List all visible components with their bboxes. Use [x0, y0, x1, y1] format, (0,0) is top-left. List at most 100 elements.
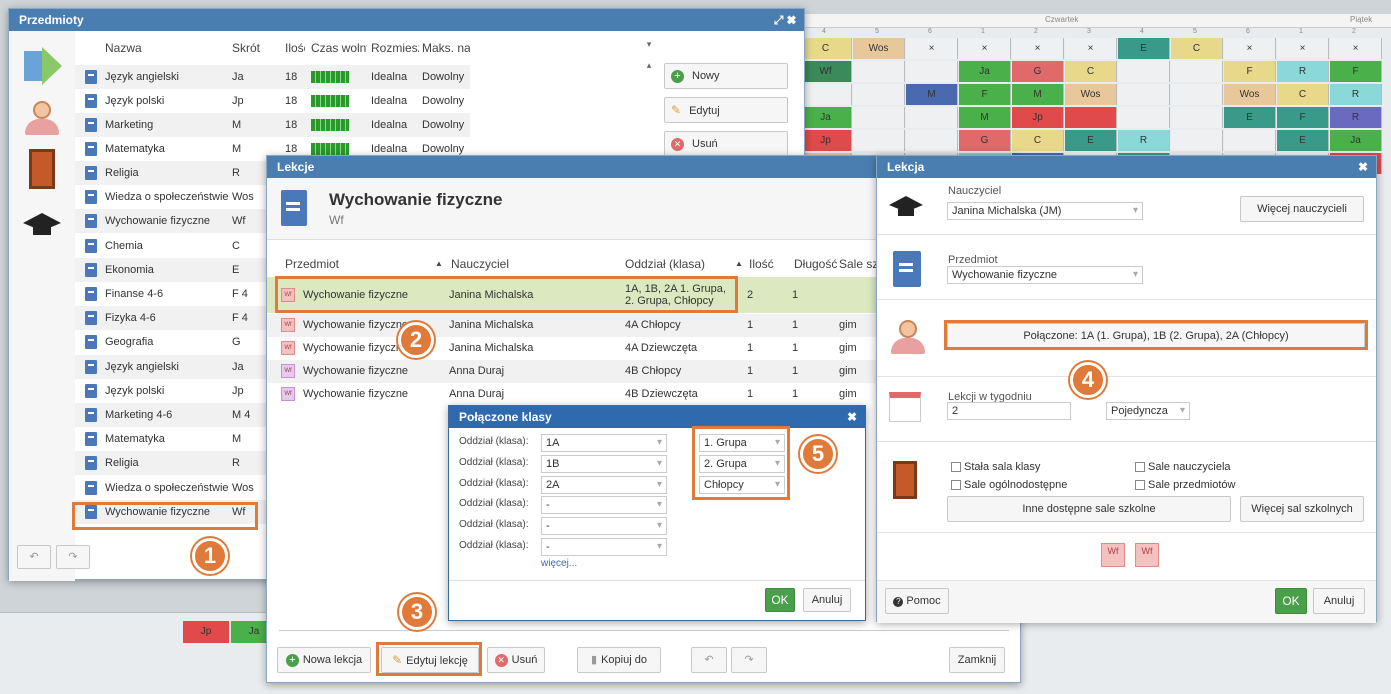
lessons-undo-button[interactable]: ↶: [691, 647, 727, 673]
lesson-ok-button[interactable]: OK: [1275, 588, 1307, 614]
timetable-cell[interactable]: E: [1065, 130, 1117, 151]
subject-row[interactable]: Język polski Jp 18 Idealna Dowolny: [75, 89, 470, 113]
more-teachers-button[interactable]: Więcej nauczycieli: [1240, 196, 1364, 222]
sort-asc-icon-2[interactable]: ▲: [735, 252, 743, 276]
col-rooms[interactable]: Sale szkolne: [839, 252, 877, 276]
timetable-cell[interactable]: [906, 130, 958, 151]
subject-row[interactable]: Język angielski Ja: [75, 354, 270, 379]
checkbox[interactable]: [951, 462, 961, 473]
timetable-cell[interactable]: Jp: [183, 621, 229, 643]
class-select[interactable]: -: [541, 517, 667, 536]
col-max[interactable]: Maks. na: [422, 33, 470, 63]
graduation-cap-icon[interactable]: [23, 207, 61, 237]
edit-subject-button[interactable]: ✎ Edytuj: [664, 97, 788, 123]
checkbox[interactable]: [1135, 480, 1145, 491]
subject-row[interactable]: Marketing 4-6 M 4: [75, 403, 270, 427]
joined-ok-button[interactable]: OK: [765, 588, 795, 612]
new-subject-button[interactable]: + Nowy: [664, 63, 788, 89]
new-lesson-button[interactable]: + Nowa lekcja: [277, 647, 371, 673]
class-select[interactable]: -: [541, 538, 667, 556]
timetable-cell[interactable]: R: [1330, 107, 1382, 128]
timetable-cell[interactable]: [1171, 107, 1223, 128]
timetable-cell[interactable]: ×: [1065, 38, 1117, 59]
more-link[interactable]: więcej...: [541, 558, 577, 569]
help-button[interactable]: ? Pomoc: [885, 588, 949, 614]
close-icon[interactable]: ✖: [1358, 156, 1368, 178]
subject-row[interactable]: Język angielski Ja 18 Idealna Dowolny: [75, 65, 470, 89]
lesson-card[interactable]: Wf: [1135, 543, 1159, 567]
delete-lesson-button[interactable]: ✕ Usuń: [487, 647, 545, 673]
class-select[interactable]: 2A: [541, 475, 667, 494]
close-lessons-button[interactable]: Zamknij: [949, 647, 1005, 673]
timetable-cell[interactable]: [1171, 130, 1223, 151]
checkbox[interactable]: [1135, 462, 1145, 473]
timetable-cell[interactable]: [800, 84, 852, 105]
timetable-cell[interactable]: [1065, 107, 1117, 128]
timetable-cell[interactable]: Wos: [853, 38, 905, 59]
lesson-type-select[interactable]: Pojedyncza: [1106, 402, 1190, 420]
subject-rooms-checkbox[interactable]: Sale przedmiotów: [1135, 479, 1235, 491]
other-rooms-button[interactable]: Inne dostępne sale szkolne: [947, 496, 1231, 522]
lesson-cancel-button[interactable]: Anuluj: [1313, 588, 1365, 614]
timetable-cell[interactable]: ×: [1330, 38, 1382, 59]
col-free-time[interactable]: Czas wolny: [311, 33, 367, 63]
subjects-scrollbar[interactable]: ▾ ▴: [641, 39, 657, 79]
timetable-cell[interactable]: F: [1277, 107, 1329, 128]
timetable-cell[interactable]: R: [1118, 130, 1170, 151]
timetable-cell[interactable]: M: [1012, 84, 1064, 105]
timetable-cell[interactable]: Wos: [1224, 84, 1276, 105]
subject-row[interactable]: Ekonomia E: [75, 257, 270, 282]
subject-row[interactable]: Fizyka 4-6 F 4: [75, 306, 270, 331]
timetable-cell[interactable]: ×: [1012, 38, 1064, 59]
fixed-room-checkbox[interactable]: Stała sala klasy: [951, 461, 1040, 473]
timetable-cell[interactable]: ×: [1277, 38, 1329, 59]
redo-button[interactable]: ↷: [56, 545, 90, 569]
subject-row[interactable]: Wiedza o społeczeństwie Wos: [75, 185, 270, 209]
timetable-cell[interactable]: F: [1224, 61, 1276, 82]
subject-row[interactable]: Religia R: [75, 161, 270, 185]
timetable-cell[interactable]: [1118, 107, 1170, 128]
subject-row[interactable]: Chemia C: [75, 234, 270, 258]
timetable-cell[interactable]: C: [1277, 84, 1329, 105]
timetable-cell[interactable]: [853, 84, 905, 105]
per-week-input[interactable]: 2: [947, 402, 1071, 420]
col-short[interactable]: Skrót: [232, 33, 260, 63]
lessons-redo-button[interactable]: ↷: [731, 647, 767, 673]
timetable-cell[interactable]: M: [959, 107, 1011, 128]
col-teacher[interactable]: Nauczyciel: [451, 252, 509, 276]
timetable-cell[interactable]: F: [959, 84, 1011, 105]
delete-subject-button[interactable]: ✕ Usuń: [664, 131, 788, 157]
col-lesson-count[interactable]: Ilość: [749, 252, 774, 276]
timetable-cell[interactable]: ×: [1224, 38, 1276, 59]
col-name[interactable]: Nazwa: [105, 33, 142, 63]
more-rooms-button[interactable]: Więcej sal szkolnych: [1240, 496, 1364, 522]
timetable-cell[interactable]: C: [1065, 61, 1117, 82]
timetable-cell[interactable]: G: [959, 130, 1011, 151]
timetable-cell[interactable]: Wf: [800, 61, 852, 82]
timetable-cell[interactable]: M: [906, 84, 958, 105]
timetable-cell[interactable]: [1118, 61, 1170, 82]
subject-row[interactable]: Finanse 4-6 F 4: [75, 282, 270, 306]
timetable-cell[interactable]: E: [1118, 38, 1170, 59]
class-select[interactable]: 1B: [541, 454, 667, 473]
col-class[interactable]: Oddział (klasa): [625, 252, 705, 276]
subject-row[interactable]: Religia R: [75, 451, 270, 476]
timetable-cell[interactable]: C: [800, 38, 852, 59]
timetable-cell[interactable]: [906, 61, 958, 82]
timetable-cell[interactable]: ×: [959, 38, 1011, 59]
close-icon[interactable]: ✖: [847, 406, 857, 428]
checkbox[interactable]: [951, 480, 961, 491]
timetable-cell[interactable]: Ja: [1330, 130, 1382, 151]
col-placement[interactable]: Rozmieszczenie: [371, 33, 419, 63]
timetable-cell[interactable]: Jp: [1012, 107, 1064, 128]
timetable-cell[interactable]: E: [1277, 130, 1329, 151]
col-count[interactable]: Ilość: [285, 33, 305, 63]
timetable-cell[interactable]: R: [1277, 61, 1329, 82]
subject-row[interactable]: Marketing M 18 Idealna Dowolny: [75, 113, 470, 137]
timetable-cell[interactable]: [1171, 61, 1223, 82]
teacher-rooms-checkbox[interactable]: Sale nauczyciela: [1135, 461, 1231, 473]
people-icon[interactable]: [23, 101, 61, 137]
class-select[interactable]: 1A: [541, 434, 667, 452]
arrow-icon[interactable]: [24, 47, 62, 85]
timetable-cell[interactable]: [853, 130, 905, 151]
